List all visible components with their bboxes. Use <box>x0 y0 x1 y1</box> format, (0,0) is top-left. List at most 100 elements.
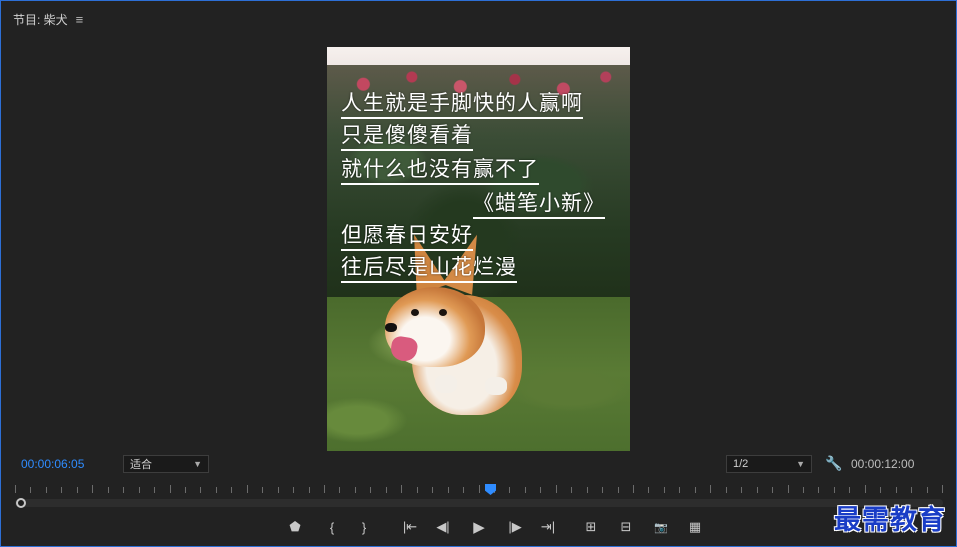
ruler-tick <box>509 487 511 493</box>
ruler-tick <box>200 487 202 493</box>
ruler-tick <box>61 487 63 493</box>
video-frame[interactable]: 人生就是手脚快的人赢啊 只是傻傻看着 就什么也没有赢不了 《蜡笔小新》 但愿春日… <box>327 47 630 451</box>
panel-header: 节目: 柴犬 ≡ <box>13 10 83 28</box>
ruler-tick <box>694 487 696 493</box>
compare-view-button[interactable]: ▦ <box>683 517 707 537</box>
go-to-in-button[interactable]: |⇤ <box>398 517 422 537</box>
ruler-tick <box>231 487 233 493</box>
add-marker-button[interactable]: ⬟ <box>283 517 307 537</box>
ruler-tick <box>184 487 186 493</box>
ruler-tick <box>679 487 681 493</box>
marker-icon: ⬟ <box>289 519 301 534</box>
ruler-tick <box>385 487 387 493</box>
compare-icon: ▦ <box>688 519 702 534</box>
resolution-select-value: 1/2 <box>733 458 749 470</box>
ruler-tick <box>138 487 140 493</box>
wrench-icon[interactable]: 🔧 <box>825 455 842 472</box>
duration-timecode: 00:00:12:00 <box>851 457 915 471</box>
mark-out-icon: } <box>361 519 367 535</box>
dog-paw <box>435 375 457 393</box>
dog-nose <box>385 323 397 332</box>
ruler-tick <box>76 487 78 493</box>
mark-out-button[interactable]: } <box>352 517 376 537</box>
caption-line: 就什么也没有赢不了 <box>341 157 539 185</box>
play-icon: ▶ <box>473 519 485 536</box>
zoom-scrollbar[interactable] <box>15 499 943 507</box>
extract-icon: ⊟ <box>620 519 632 534</box>
ruler-tick <box>880 487 882 493</box>
ruler-tick <box>787 485 789 493</box>
ruler-tick <box>416 487 418 493</box>
go-to-in-icon: |⇤ <box>402 519 418 534</box>
resolution-select[interactable]: 1/2 ▼ <box>726 455 812 473</box>
ruler-tick <box>15 485 16 493</box>
ruler-tick <box>478 485 480 493</box>
ruler-tick <box>633 485 634 493</box>
ruler-tick <box>540 487 542 493</box>
step-forward-icon: |▶ <box>508 519 522 534</box>
ruler-tick <box>833 487 835 493</box>
caption-line: 只是傻傻看着 <box>341 123 473 151</box>
ruler-tick <box>555 485 557 493</box>
step-back-icon: ◀| <box>436 519 450 534</box>
lift-button[interactable]: ⊞ <box>579 517 603 537</box>
hamburger-icon[interactable]: ≡ <box>76 12 84 27</box>
ruler-tick <box>911 487 913 493</box>
dog-paw <box>485 377 507 395</box>
ruler-tick <box>756 487 758 493</box>
ruler-tick <box>293 487 295 493</box>
chevron-down-icon: ▼ <box>796 459 805 469</box>
ruler-tick <box>107 487 109 493</box>
ruler-tick <box>864 485 866 493</box>
ruler-tick <box>30 487 32 493</box>
ruler-tick <box>663 487 665 493</box>
ruler-tick <box>370 487 372 493</box>
mark-in-button[interactable]: { <box>320 517 344 537</box>
chevron-down-icon: ▼ <box>193 459 202 469</box>
ruler-tick <box>123 487 125 493</box>
ruler-tick <box>849 487 851 493</box>
program-monitor-panel: 节目: 柴犬 ≡ 人生就是手脚快的人赢啊 只是傻傻看着 就什么也没有赢不了 《蜡… <box>0 0 957 547</box>
ruler-tick <box>354 487 356 493</box>
zoom-select[interactable]: 适合 ▼ <box>123 455 209 473</box>
ruler-tick <box>571 487 573 493</box>
ruler-tick <box>432 487 434 493</box>
ruler-tick <box>154 487 156 493</box>
dog-eye <box>439 309 447 316</box>
ruler-tick <box>648 487 650 493</box>
ruler-tick <box>586 487 588 493</box>
ruler-tick <box>308 487 310 493</box>
step-back-button[interactable]: ◀| <box>431 517 455 537</box>
caption-line: 往后尽是山花烂漫 <box>341 255 517 283</box>
ruler-tick <box>447 487 449 493</box>
current-timecode[interactable]: 00:00:06:05 <box>21 457 84 471</box>
caption-line: 《蜡笔小新》 <box>473 191 605 219</box>
scrollbar-handle-left[interactable] <box>16 498 26 508</box>
ruler-tick <box>339 487 341 493</box>
mark-in-icon: { <box>329 519 335 535</box>
time-ruler[interactable] <box>15 483 943 497</box>
ruler-tick <box>617 487 619 493</box>
go-to-out-button[interactable]: ⇥| <box>536 517 560 537</box>
ruler-tick <box>802 487 804 493</box>
step-forward-button[interactable]: |▶ <box>503 517 527 537</box>
ruler-tick <box>401 485 403 493</box>
extract-button[interactable]: ⊟ <box>614 517 638 537</box>
ruler-tick <box>772 487 774 493</box>
lift-icon: ⊞ <box>585 519 597 534</box>
ruler-tick <box>602 487 604 493</box>
ruler-tick <box>169 485 171 493</box>
ruler-tick <box>262 487 264 493</box>
panel-title[interactable]: 节目: 柴犬 <box>13 11 68 28</box>
play-button[interactable]: ▶ <box>467 517 491 537</box>
dog-eye <box>411 309 419 316</box>
ruler-tick <box>246 485 248 493</box>
ruler-tick <box>895 487 897 493</box>
ruler-tick <box>463 487 465 493</box>
ruler-tick <box>818 487 820 493</box>
ruler-tick <box>215 487 217 493</box>
ruler-tick <box>926 487 928 493</box>
watermark: 最需教育 <box>834 505 946 536</box>
ruler-tick <box>524 487 526 493</box>
export-frame-button[interactable]: 📷 <box>649 517 673 537</box>
